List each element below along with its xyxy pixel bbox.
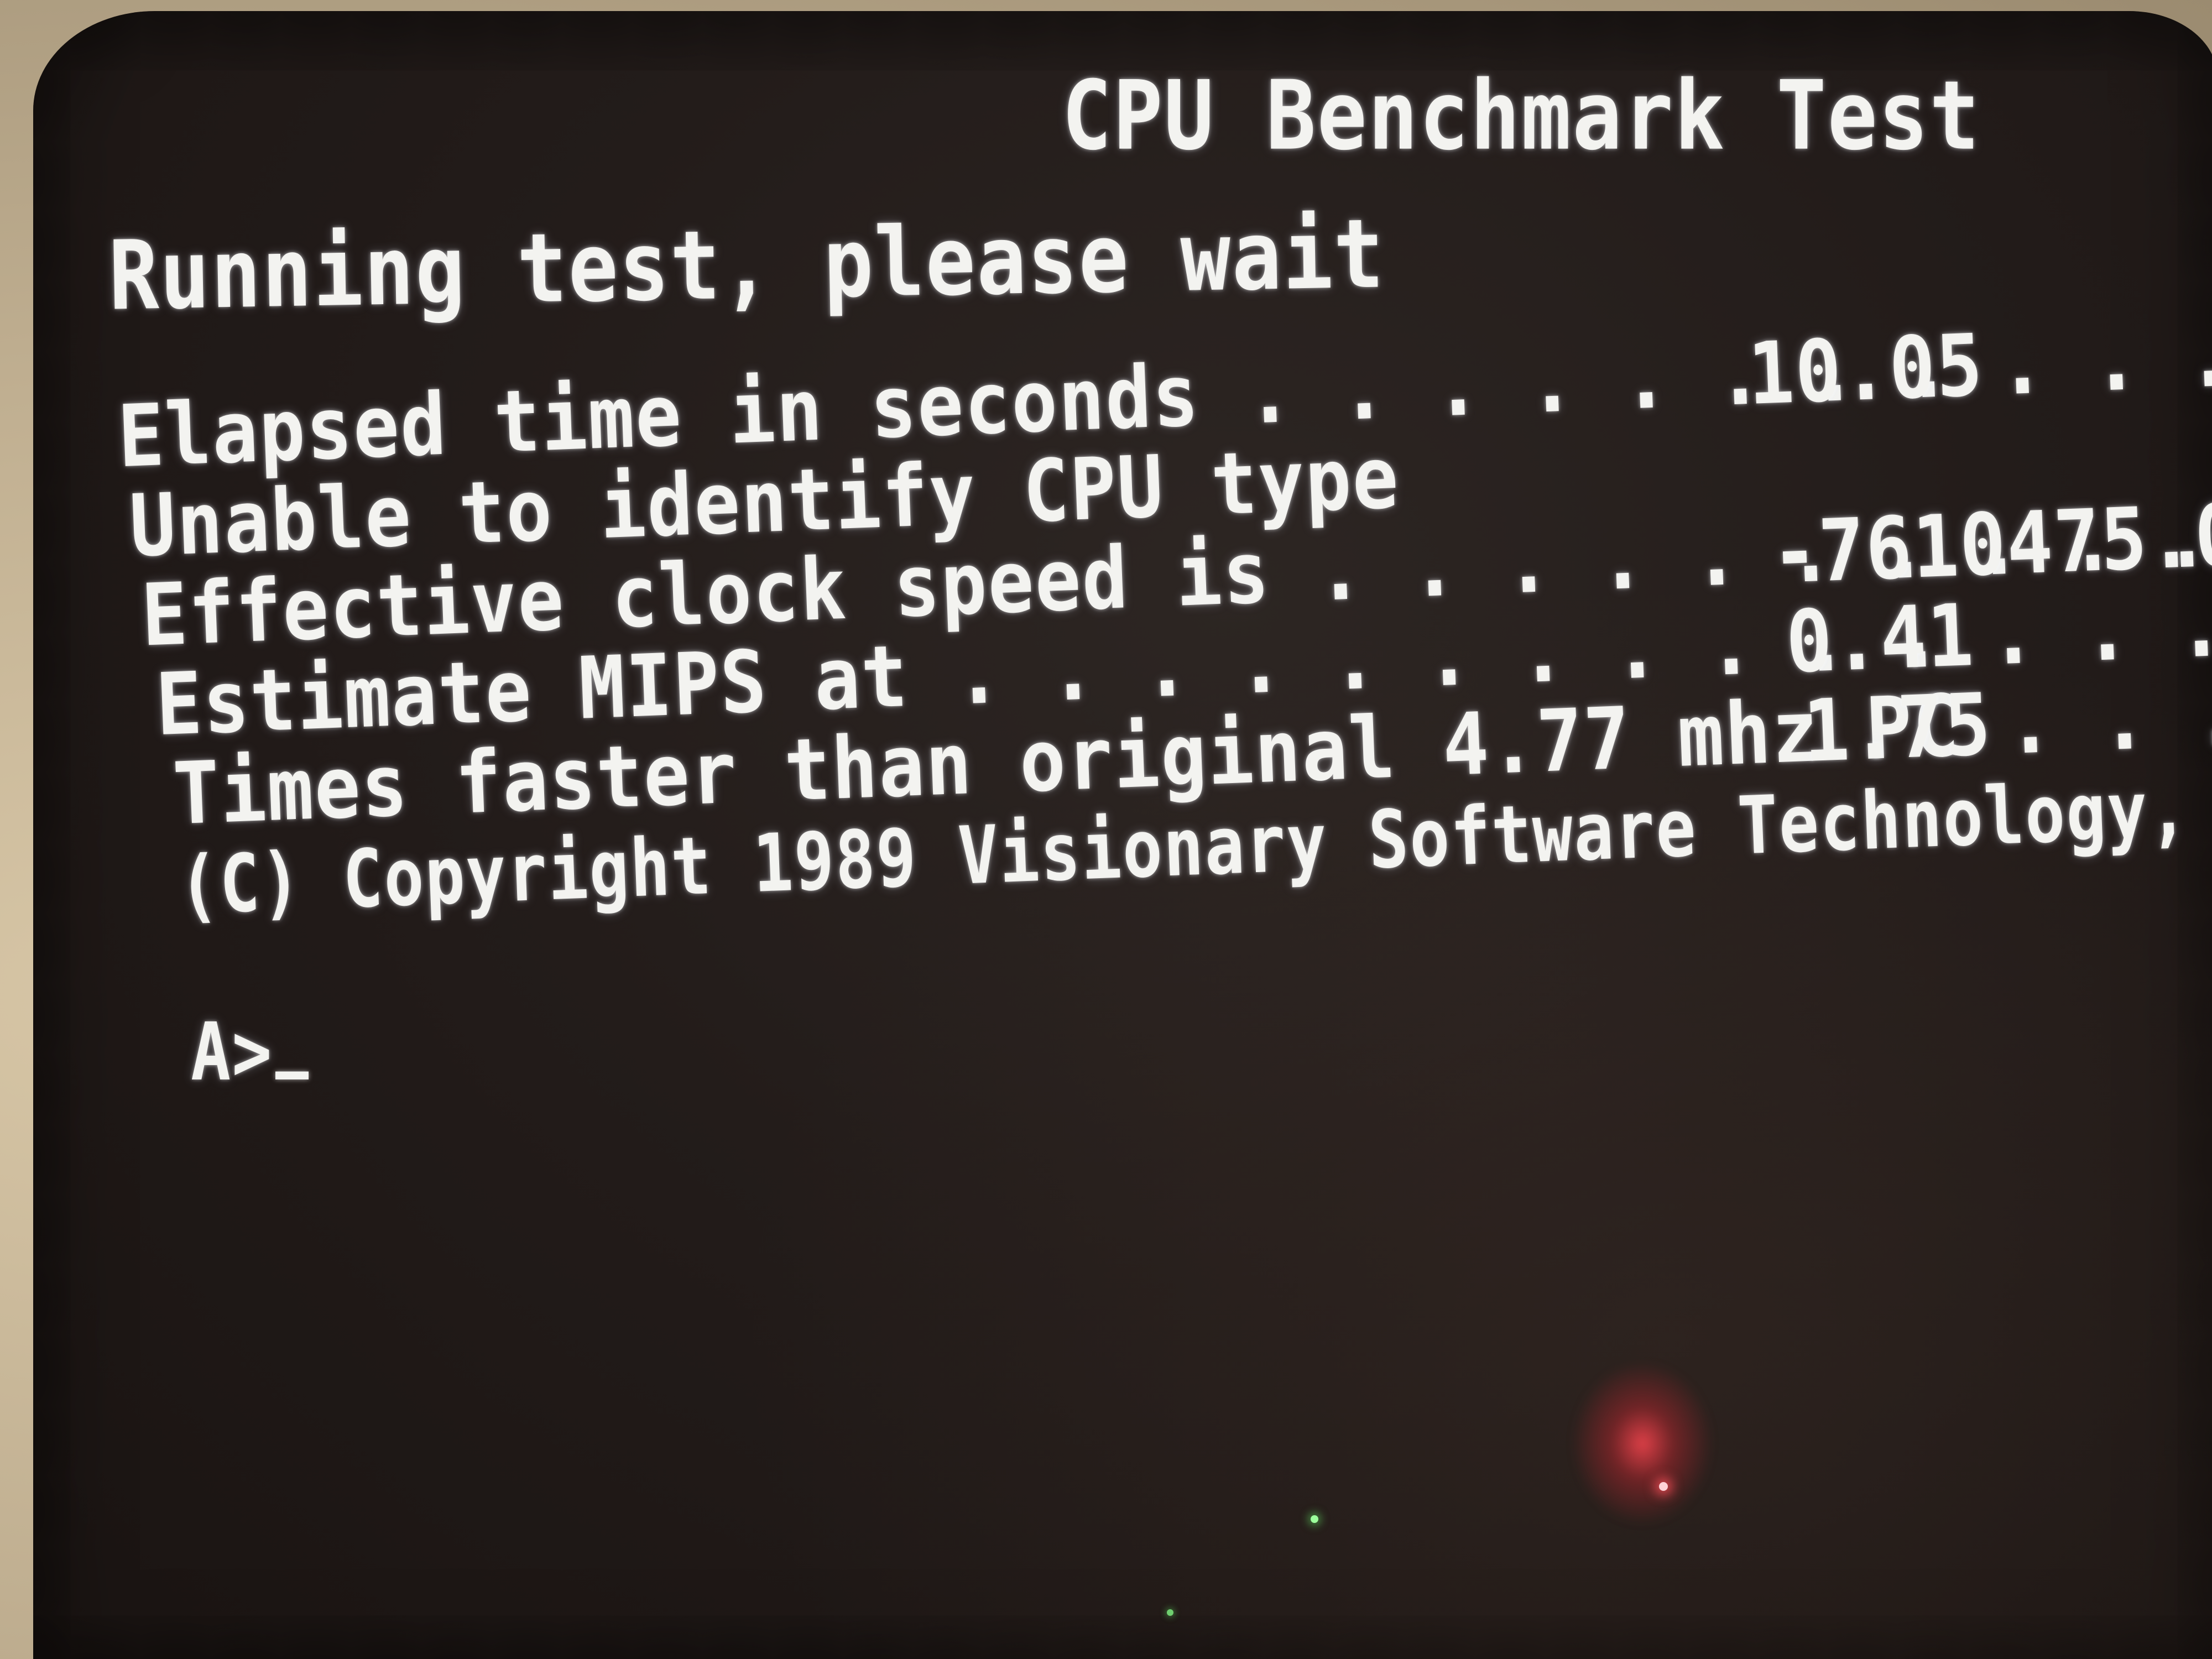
text-cursor-icon [275, 1071, 309, 1079]
benchmark-title: CPU Benchmark Test [1062, 61, 1981, 172]
green-reflection-dot-icon [1167, 1609, 1173, 1616]
benchmark-results: Elapsed time in seconds . . . . . . . . … [116, 306, 2212, 844]
result-row-mips: Estimate MIPS at . . . . . . . . . . . .… [154, 576, 2212, 755]
result-row-elapsed-time: Elapsed time in seconds . . . . . . . . … [116, 306, 2212, 487]
red-reflection-glow [1571, 1360, 1714, 1526]
result-value: 10.05 [1746, 315, 1985, 424]
dos-prompt[interactable]: A> [191, 1006, 309, 1099]
red-indicator-light-icon [1659, 1482, 1668, 1491]
result-value: 1.75 [1801, 674, 1994, 782]
result-row-cpu-type: Unable to identify CPU type [128, 428, 1401, 576]
result-row-times-faster: Times faster than original 4.77 mhz PC .… [171, 665, 2212, 844]
green-indicator-light-icon [1311, 1515, 1318, 1523]
status-message: Running test, please wait [108, 199, 1386, 332]
prompt-text: A> [191, 1006, 273, 1099]
result-row-clock-speed: Effective clock speed is . . . . . . . .… [139, 483, 2212, 665]
